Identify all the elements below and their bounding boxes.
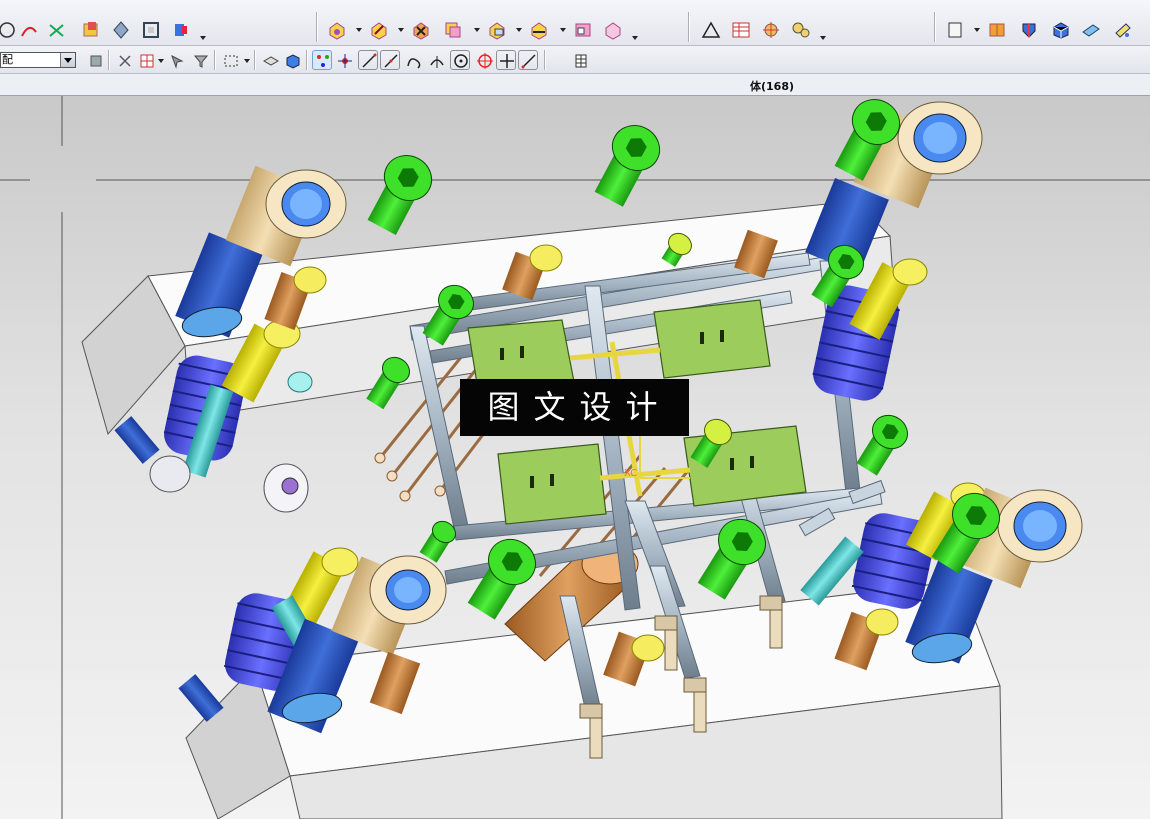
center-icon[interactable] bbox=[474, 50, 494, 70]
main-toolbar bbox=[0, 0, 1150, 46]
status-bar bbox=[0, 74, 1150, 96]
toolbar-separator bbox=[544, 50, 545, 70]
table-icon[interactable] bbox=[728, 17, 752, 41]
gears-icon[interactable] bbox=[788, 17, 812, 41]
chevron-down-icon[interactable] bbox=[516, 28, 522, 32]
curve-icon[interactable] bbox=[16, 17, 40, 41]
rectangle-select-icon[interactable] bbox=[220, 50, 240, 70]
crosshair-icon[interactable] bbox=[334, 50, 354, 70]
toolbar-separator bbox=[254, 50, 255, 70]
mirror-icon[interactable] bbox=[526, 17, 550, 41]
sheet-icon[interactable] bbox=[942, 17, 966, 41]
grid-icon[interactable] bbox=[136, 50, 156, 70]
shield-icon[interactable] bbox=[1016, 17, 1040, 41]
chevron-down-icon[interactable] bbox=[158, 59, 164, 63]
gear-star-icon[interactable] bbox=[758, 17, 782, 41]
chevron-down-icon[interactable] bbox=[200, 36, 206, 40]
toolbar-separator bbox=[306, 50, 307, 70]
snap-icon[interactable] bbox=[114, 50, 134, 70]
chevron-down-icon[interactable] bbox=[60, 53, 75, 67]
graphics-viewport[interactable]: 图文设计 XC bbox=[0, 96, 1150, 819]
paint-icon[interactable] bbox=[1110, 17, 1134, 41]
insert-icon[interactable] bbox=[484, 17, 508, 41]
chevron-down-icon[interactable] bbox=[560, 28, 566, 32]
intersection-icon[interactable] bbox=[426, 50, 446, 70]
arc-icon[interactable] bbox=[402, 50, 422, 70]
frame-icon[interactable] bbox=[138, 17, 162, 41]
cylinder-icon[interactable] bbox=[168, 17, 192, 41]
split-icon[interactable] bbox=[570, 17, 594, 41]
move-icon[interactable] bbox=[108, 17, 132, 41]
filter-icon[interactable] bbox=[190, 50, 210, 70]
plane-icon[interactable] bbox=[1078, 17, 1102, 41]
chevron-down-icon[interactable] bbox=[974, 28, 980, 32]
delete-icon[interactable] bbox=[408, 17, 432, 41]
book-icon[interactable] bbox=[984, 17, 1008, 41]
chevron-down-icon[interactable] bbox=[398, 28, 404, 32]
chevron-down-icon[interactable] bbox=[244, 59, 250, 63]
toolbar-separator bbox=[688, 12, 689, 42]
toolbar-separator bbox=[214, 50, 215, 70]
watermark-text: 图文设计 bbox=[460, 379, 689, 436]
points-icon[interactable] bbox=[312, 50, 332, 70]
box-icon[interactable] bbox=[78, 17, 102, 41]
endpoint-icon[interactable] bbox=[518, 50, 538, 70]
curve-point-icon[interactable] bbox=[380, 50, 400, 70]
toolbar-separator bbox=[934, 12, 935, 42]
chevron-down-icon[interactable] bbox=[632, 36, 638, 40]
edit-icon[interactable] bbox=[366, 17, 390, 41]
solid-icon[interactable] bbox=[260, 50, 280, 70]
plus-icon[interactable] bbox=[496, 50, 516, 70]
toolbar-separator bbox=[108, 50, 109, 70]
grid-snap-icon[interactable] bbox=[570, 50, 590, 70]
selection-status: 体(168) bbox=[750, 80, 795, 93]
chevron-down-icon[interactable] bbox=[820, 36, 826, 40]
layer-select[interactable]: 配 bbox=[0, 52, 76, 68]
layer-icon[interactable] bbox=[86, 50, 106, 70]
mold-assembly-model bbox=[0, 96, 1150, 819]
cube-blue-icon[interactable] bbox=[1048, 17, 1072, 41]
select-icon[interactable] bbox=[166, 50, 186, 70]
toolbar-separator bbox=[316, 12, 317, 42]
reposition-icon[interactable] bbox=[600, 17, 624, 41]
layer-select-value: 配 bbox=[2, 53, 13, 66]
assembly-icon[interactable] bbox=[324, 17, 348, 41]
view-icon[interactable] bbox=[282, 50, 302, 70]
selection-toolbar bbox=[0, 46, 1150, 74]
circle-icon[interactable] bbox=[450, 50, 470, 70]
chevron-down-icon[interactable] bbox=[356, 28, 362, 32]
chevron-down-icon[interactable] bbox=[474, 28, 480, 32]
trim-icon[interactable] bbox=[44, 17, 68, 41]
triangle-icon[interactable] bbox=[698, 17, 722, 41]
line-icon[interactable] bbox=[358, 50, 378, 70]
copy-icon[interactable] bbox=[440, 17, 464, 41]
axis-label: XC bbox=[624, 468, 638, 479]
